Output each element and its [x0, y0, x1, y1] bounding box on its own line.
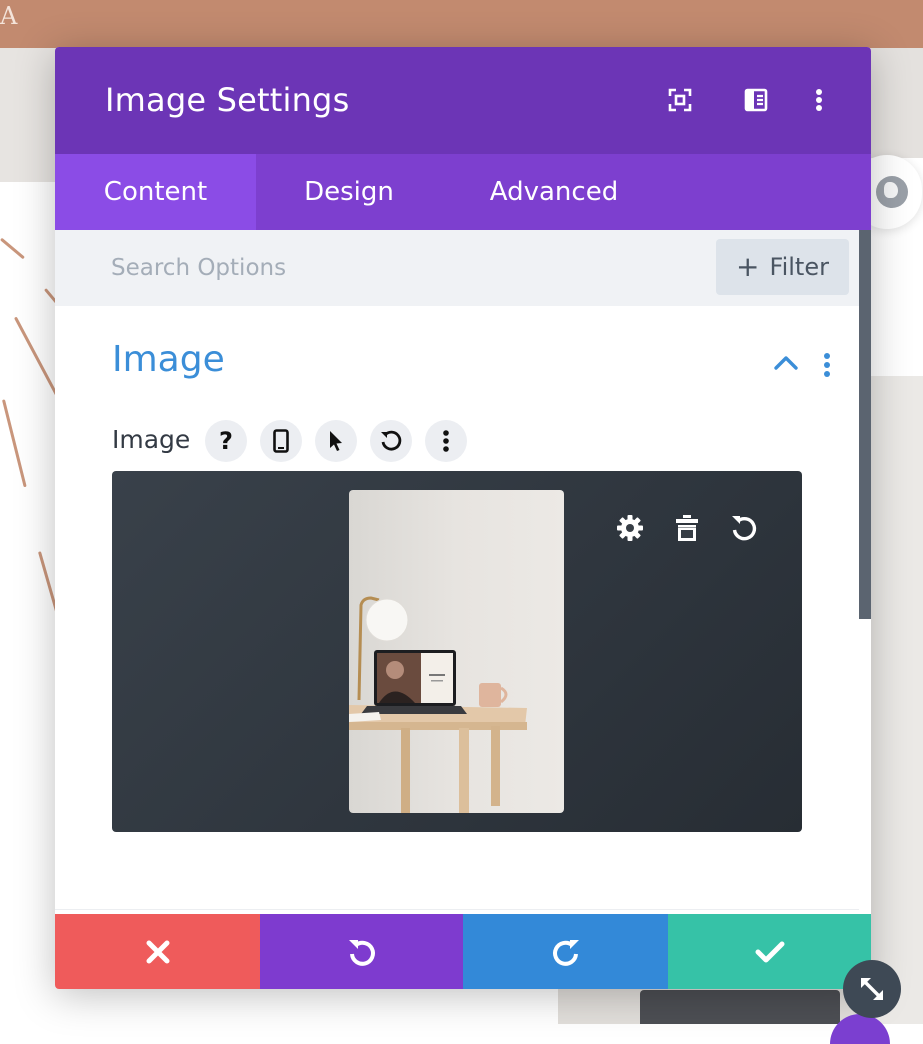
trash-icon[interactable]	[672, 513, 702, 543]
resize-button[interactable]	[843, 960, 901, 1018]
background-right-panel	[870, 376, 923, 1024]
save-button[interactable]	[668, 914, 871, 989]
globe-icon	[876, 176, 908, 208]
uploaded-image-thumbnail[interactable]	[349, 490, 564, 813]
search-row: + Filter	[55, 230, 859, 306]
tab-design[interactable]: Design	[256, 154, 442, 230]
image-preview[interactable]	[112, 471, 802, 832]
tab-bar: Content Design Advanced	[55, 154, 871, 230]
close-icon	[146, 940, 169, 963]
undo-icon[interactable]	[729, 513, 759, 543]
page-top-banner: A	[0, 0, 923, 48]
chevron-up-icon[interactable]	[773, 353, 799, 375]
decorative-stick	[0, 237, 25, 260]
decorative-stick	[2, 399, 27, 488]
reset-icon[interactable]	[370, 420, 412, 462]
undo-icon	[348, 939, 375, 966]
tab-content[interactable]: Content	[55, 154, 256, 230]
plus-icon: +	[736, 250, 760, 283]
scrollbar[interactable]	[859, 230, 871, 619]
banner-letter: A	[0, 2, 18, 30]
redo-icon	[552, 939, 579, 966]
modal-title: Image Settings	[105, 81, 350, 119]
expand-icon[interactable]	[667, 87, 693, 113]
cursor-icon[interactable]	[315, 420, 357, 462]
field-more-icon[interactable]	[425, 420, 467, 462]
mobile-icon[interactable]	[260, 420, 302, 462]
gear-icon[interactable]	[615, 513, 645, 543]
filter-button[interactable]: + Filter	[716, 239, 849, 295]
filter-label: Filter	[769, 253, 829, 281]
tab-advanced[interactable]: Advanced	[442, 154, 666, 230]
redo-button[interactable]	[463, 914, 668, 989]
modal-header: Image Settings	[55, 47, 871, 154]
background-texture-right	[868, 48, 923, 158]
image-field-label: Image	[112, 425, 191, 454]
background-laptop-screen	[640, 990, 840, 1024]
cancel-button[interactable]	[55, 914, 260, 989]
split-view-icon[interactable]	[743, 87, 769, 113]
image-settings-modal: Image Settings Content Design Advanced S…	[55, 47, 871, 989]
decorative-stick	[14, 316, 59, 398]
modal-footer	[55, 914, 871, 989]
divider	[55, 909, 859, 910]
more-vertical-icon[interactable]	[806, 87, 832, 113]
search-input[interactable]	[111, 252, 671, 284]
undo-button[interactable]	[260, 914, 463, 989]
help-icon[interactable]: ?	[205, 420, 247, 462]
check-icon	[755, 941, 784, 962]
section-more-icon[interactable]	[823, 352, 831, 382]
resize-diagonal-icon	[861, 978, 883, 1000]
section-title[interactable]: Image	[112, 339, 225, 380]
